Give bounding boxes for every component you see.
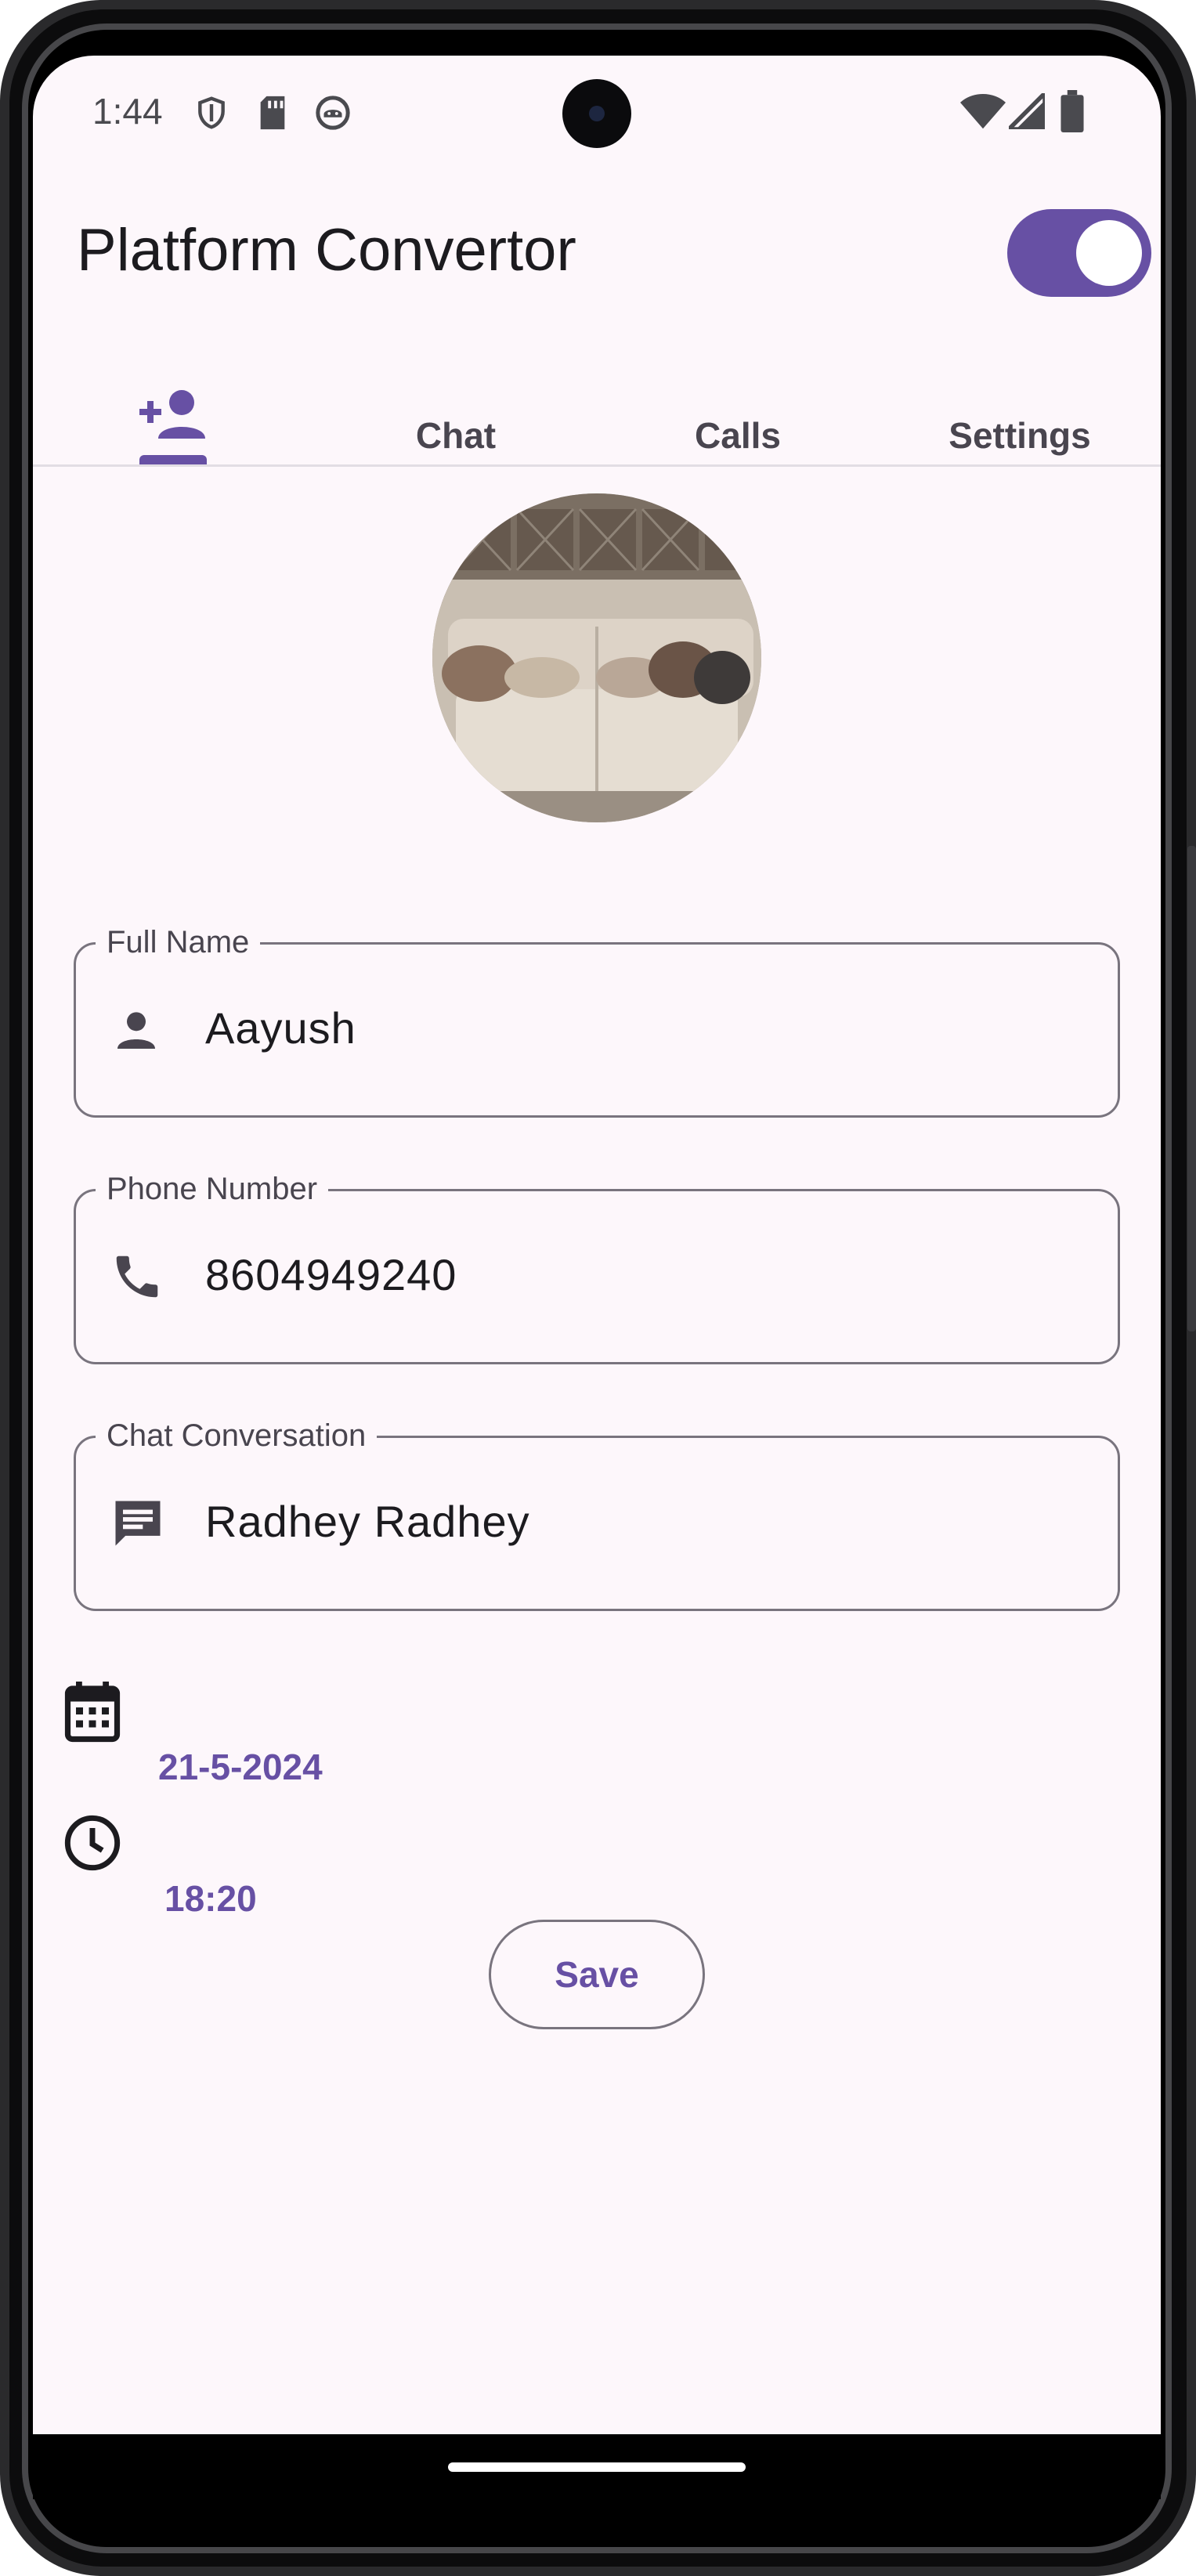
- tab-add-contact[interactable]: [33, 363, 315, 464]
- status-time: 1:44: [92, 91, 163, 132]
- phone-label: Phone Number: [96, 1172, 329, 1206]
- full-name-label: Full Name: [96, 925, 261, 959]
- front-camera: [562, 79, 631, 148]
- person-icon: [111, 1005, 161, 1059]
- time-value[interactable]: 18:20: [164, 1877, 257, 1920]
- tab-indicator: [139, 455, 207, 464]
- theme-toggle[interactable]: [1007, 209, 1151, 297]
- tab-calls[interactable]: Calls: [597, 414, 879, 457]
- sd-card-icon: [257, 95, 288, 135]
- system-nav-bar: [33, 2434, 1161, 2499]
- save-button[interactable]: Save: [489, 1920, 705, 2029]
- home-gesture-handle[interactable]: [448, 2462, 746, 2472]
- chat-icon: [108, 1494, 168, 1557]
- wifi-icon: [960, 93, 1006, 133]
- battery-icon: [1061, 90, 1084, 136]
- volume-button: [1187, 1018, 1196, 1331]
- full-name-value: Aayush: [205, 1003, 356, 1053]
- clock-icon[interactable]: [63, 1813, 122, 1877]
- tab-divider: [33, 464, 1161, 467]
- date-value[interactable]: 21-5-2024: [158, 1746, 323, 1788]
- app-title: Platform Convertor: [77, 217, 576, 284]
- screen: 1:44 Platform Convertor Chat Calls Setti…: [33, 56, 1161, 2499]
- calendar-icon[interactable]: [64, 1682, 121, 1747]
- tab-chat[interactable]: Chat: [315, 414, 597, 457]
- add-person-icon: [139, 388, 208, 443]
- signal-icon: [1003, 88, 1047, 133]
- toggle-thumb: [1076, 220, 1142, 286]
- chat-value: Radhey Radhey: [205, 1497, 530, 1546]
- phone-icon: [110, 1249, 164, 1308]
- tab-settings[interactable]: Settings: [879, 414, 1161, 457]
- android-icon: [315, 95, 351, 135]
- profile-avatar[interactable]: [432, 493, 761, 822]
- phone-value: 8604949240: [205, 1250, 457, 1299]
- shield-icon: [194, 93, 229, 136]
- chat-label: Chat Conversation: [96, 1418, 378, 1453]
